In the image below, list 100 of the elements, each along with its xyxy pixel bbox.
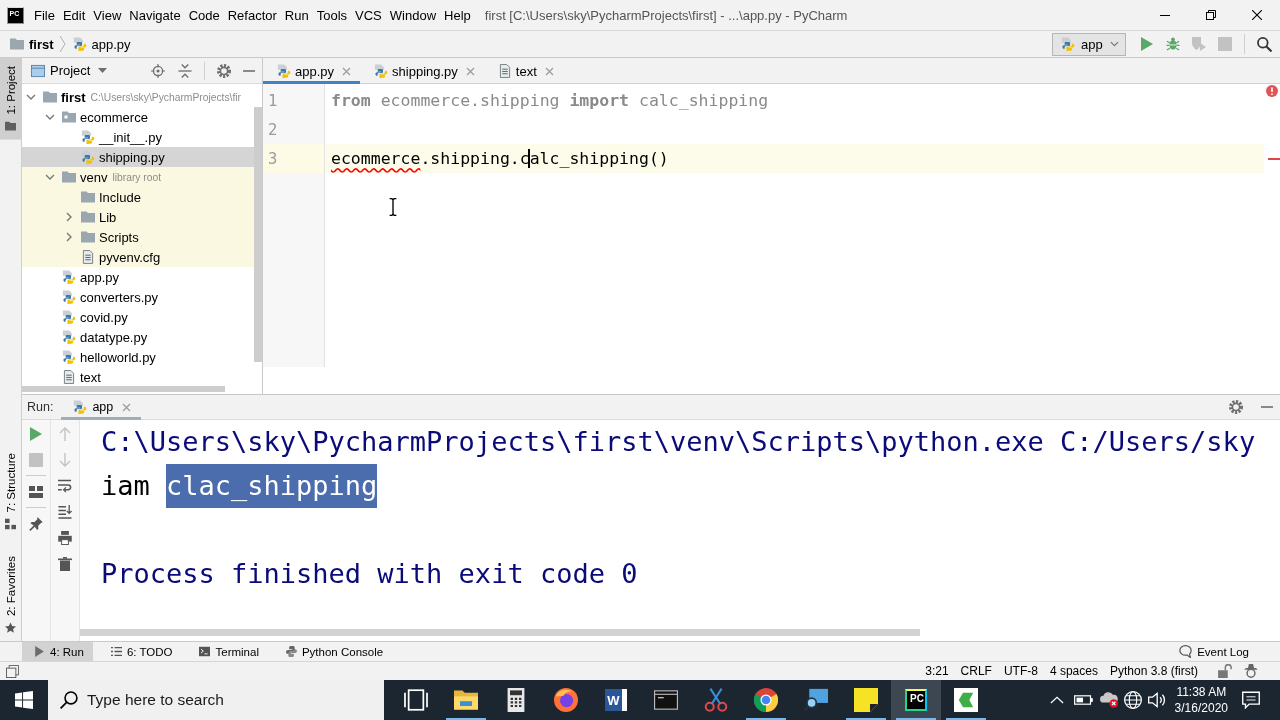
settings-icon[interactable] [1229,400,1243,414]
settings-icon[interactable] [217,63,231,78]
tree-item[interactable]: shipping.py [22,147,254,167]
taskbar-button[interactable]: PC [891,680,941,720]
menu-item[interactable]: VCS [351,0,386,30]
tree-item[interactable]: Scripts [22,227,254,247]
menu-item[interactable]: Help [440,0,475,30]
folder-icon [81,230,95,244]
search-icon[interactable] [1257,36,1272,52]
menu-item[interactable]: Tools [312,0,352,30]
menu-item[interactable]: Edit [58,0,90,30]
tool-window-tab[interactable]: 1: Project [0,58,21,140]
chevron-down-icon [1110,41,1119,47]
open-padlock-icon[interactable] [1218,664,1232,678]
menu-item[interactable]: Navigate [125,0,185,30]
vertical-scrollbar[interactable] [254,107,262,362]
star-icon [5,622,16,633]
breadcrumb-item[interactable]: first [7,32,57,56]
status-item[interactable]: 3:21 [919,662,955,680]
horizontal-scrollbar[interactable] [80,629,920,636]
tree-item[interactable]: venv library root [22,167,254,187]
tree-item[interactable]: __init__.py [22,127,254,147]
collapse-all-icon[interactable] [178,63,192,78]
chevron-right-icon[interactable] [65,232,73,242]
chevron-down-icon[interactable] [45,113,55,121]
globe-icon[interactable] [1123,691,1142,709]
tree-item[interactable]: app.py [22,267,254,287]
menu-item[interactable]: Code [184,0,224,30]
close-icon[interactable] [544,66,554,76]
status-item[interactable]: Python 3.8 (first) [1103,662,1204,680]
menu-item[interactable]: File [30,0,59,30]
status-item[interactable]: UTF-8 [997,662,1044,680]
pin-icon[interactable] [29,517,43,531]
trash-icon[interactable] [58,557,72,571]
chevron-down-icon[interactable] [26,93,36,101]
tool-window-button[interactable]: Terminal [187,642,268,661]
tree-item[interactable]: text [22,367,254,387]
play-icon [34,646,45,657]
menu-item[interactable]: View [89,0,126,30]
tree-item[interactable]: converters.py [22,287,254,307]
run-configuration-dropdown[interactable]: app [1052,32,1126,56]
tool-window-tab[interactable]: 7: Structure [0,445,21,538]
tree-item[interactable]: ecommerce [22,107,254,127]
menu-item[interactable]: Refactor [223,0,281,30]
soft-wrap-icon[interactable] [58,479,72,493]
tool-window-tab[interactable]: 2: Favorites [0,547,21,641]
event-log-button[interactable]: Event Log [1167,642,1258,661]
crosshair-icon[interactable] [151,63,165,78]
tool-window-button[interactable]: Python Console [273,642,393,661]
error-stripe-mark[interactable] [1268,157,1280,160]
notification-icon[interactable] [1242,691,1260,709]
chevron-right-icon[interactable] [65,212,73,222]
tool-window-button[interactable]: 6: TODO [98,642,182,661]
code-line: from ecommerce.shipping import calc_shipping [331,91,769,110]
status-item[interactable]: 4 spaces [1043,662,1104,680]
editor-tab[interactable]: shipping.py [360,58,484,84]
menu-item[interactable]: Run [280,0,313,30]
breadcrumb-item[interactable]: app.py [69,32,134,56]
tree-item[interactable]: datatype.py [22,327,254,347]
printer-icon[interactable] [58,531,72,545]
line-number: 1 [268,91,278,110]
restore-icon [1206,10,1216,20]
taskbar-button[interactable]: W [591,680,641,720]
python-file-icon [81,130,95,144]
close-icon[interactable] [465,66,475,76]
tree-item[interactable]: pyvenv.cfg [22,247,254,267]
circle-logo-icon [754,688,778,712]
flame-globe-icon [554,688,578,712]
caret-down-icon[interactable] [98,68,108,73]
run-icon[interactable] [1140,37,1154,51]
tool-window-button[interactable]: 4: Run [22,642,93,661]
tree-item[interactable]: Include [22,187,254,207]
run-icon[interactable] [29,427,43,441]
error-icon[interactable] [1266,85,1278,97]
status-item[interactable]: CRLF [954,662,998,680]
tree-item[interactable]: helloworld.py [22,347,254,367]
tree-item[interactable]: first C:\Users\sky\PycharmProjects\fir [22,87,254,107]
battery-icon[interactable] [1073,695,1093,705]
close-icon[interactable] [342,66,352,76]
tree-item[interactable]: Lib [22,207,254,227]
chevron-down-icon[interactable] [45,173,55,181]
layout-icon[interactable] [29,485,43,499]
line-number: 3 [268,149,278,168]
stacked-squares-icon[interactable] [6,664,19,678]
close-icon[interactable] [122,402,132,412]
bug-icon[interactable] [1166,37,1180,51]
folder-icon [81,210,95,224]
hat-face-icon[interactable] [1244,664,1258,678]
clock[interactable]: 11:38 AM 3/16/2020 [1168,680,1234,720]
minimize-icon[interactable] [243,69,255,72]
scroll-to-end-icon[interactable] [58,505,72,519]
menu-item[interactable]: Window [385,0,441,30]
speaker-icon[interactable] [1147,691,1166,709]
cloud-error-icon[interactable] [1099,691,1118,709]
editor-tab[interactable]: text [483,58,563,84]
app-logo-tile: PC [905,689,927,711]
tree-item[interactable]: covid.py [22,307,254,327]
chevron-up-icon[interactable] [1049,696,1064,704]
note-icon [854,688,878,712]
horizontal-scrollbar[interactable] [22,386,225,392]
